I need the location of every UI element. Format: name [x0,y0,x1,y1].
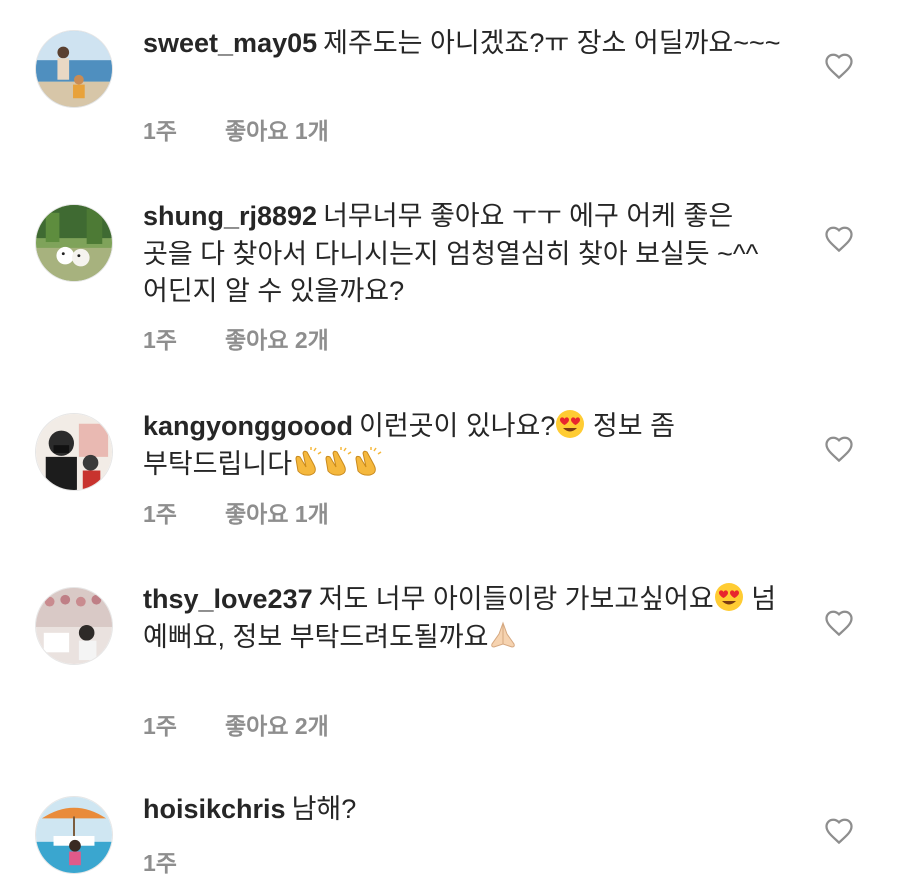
like-heart-icon[interactable] [824,609,854,637]
avatar[interactable] [35,413,113,491]
comment-text: kangyonggoood 이런곳이 있나요? 정보 좀 부탁드립니다 [143,408,783,483]
comment-time[interactable]: 1주 [143,495,225,529]
comment-meta: 1주 좋아요 2개 [143,321,329,355]
comment-time[interactable]: 1주 [143,844,225,878]
comment-text: sweet_may05 제주도는 아니겠죠?ㅠ 장소 어딜까요~~~ [143,25,783,63]
comment-username[interactable]: hoisikchris [143,794,286,824]
comment-username[interactable]: shung_rj8892 [143,201,317,231]
comment-item: kangyonggoood 이런곳이 있나요? 정보 좀 부탁드립니다 1주 좋아요… [0,390,900,580]
comment-item: hoisikchris 남해? 1주 [0,780,900,892]
comment-meta: 1주 좋아요 2개 [143,707,329,741]
avatar[interactable] [35,587,113,665]
heart-eyes-emoji-icon [714,582,744,612]
comment-item: thsy_love237 저도 너무 아이들이랑 가보고싶어요 넘 예뻐요, 정보… [0,580,900,780]
avatar[interactable] [35,30,113,108]
comment-likes[interactable]: 좋아요 1개 [225,118,329,144]
comment-text: shung_rj8892 너무너무 좋아요 ㅜㅜ 에구 어케 좋은 곳을 다 찾아… [143,198,783,311]
folded-hands-emoji-icon [488,620,518,650]
comment-item: shung_rj8892 너무너무 좋아요 ㅜㅜ 에구 어케 좋은 곳을 다 찾아… [0,170,900,390]
like-heart-icon[interactable] [824,817,854,845]
like-heart-icon[interactable] [824,225,854,253]
heart-eyes-emoji-icon [555,409,585,439]
avatar[interactable] [35,796,113,874]
comment-meta: 1주 좋아요 1개 [143,495,329,529]
comment-likes[interactable]: 좋아요 2개 [225,327,329,353]
comment-time[interactable]: 1주 [143,112,225,146]
like-heart-icon[interactable] [824,435,854,463]
comment-body: 제주도는 아니겠죠?ㅠ 장소 어딜까요~~~ [323,28,781,58]
comment-username[interactable]: sweet_may05 [143,28,317,58]
clapping-hands-emoji-icon [352,446,382,477]
comment-body: 저도 너무 아이들이랑 가보고싶어요 [318,584,714,614]
comment-likes[interactable]: 좋아요 2개 [225,713,329,739]
comment-meta: 1주 [143,844,225,878]
avatar[interactable] [35,204,113,282]
comment-time[interactable]: 1주 [143,707,225,741]
comment-text: hoisikchris 남해? [143,791,783,829]
clapping-hands-emoji-icon [322,446,352,477]
clapping-hands-emoji-icon [292,446,322,477]
comment-body: 남해? [291,794,357,824]
comment-item: sweet_may05 제주도는 아니겠죠?ㅠ 장소 어딜까요~~~ 1주 좋아요 … [0,0,900,170]
comment-meta: 1주 좋아요 1개 [143,112,329,146]
comment-time[interactable]: 1주 [143,321,225,355]
comment-text: thsy_love237 저도 너무 아이들이랑 가보고싶어요 넘 예뻐요, 정보… [143,581,783,656]
comment-username[interactable]: kangyonggoood [143,411,353,441]
comment-likes[interactable]: 좋아요 1개 [225,501,329,527]
comment-body: 이런곳이 있나요? [358,411,556,441]
comment-username[interactable]: thsy_love237 [143,584,313,614]
like-heart-icon[interactable] [824,52,854,80]
